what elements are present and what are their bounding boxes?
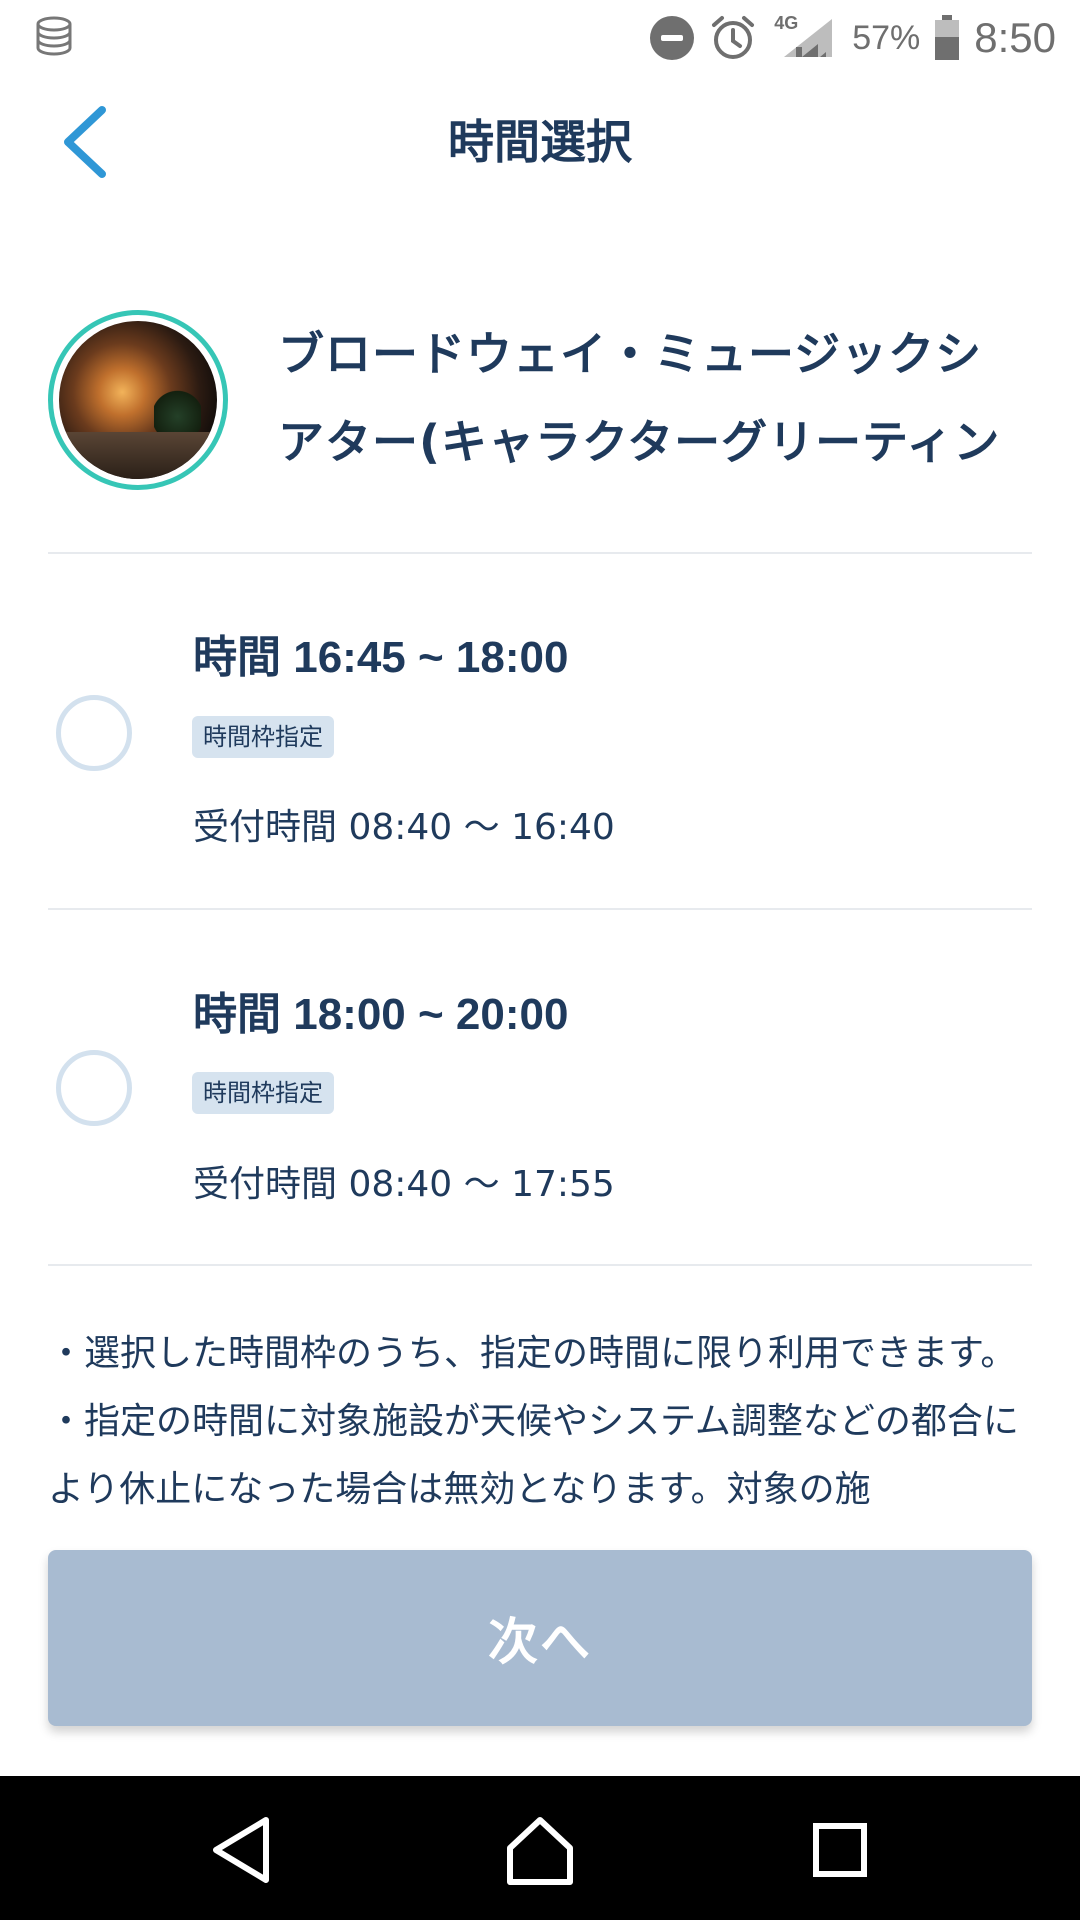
note-item: ・指定の時間に対象施設が天候やシステム調整などの都合により休止になった場合は無効… <box>48 1401 1019 1510</box>
time-slot-option[interactable]: 時間 18:00 ~ 20:00 時間枠指定 受付時間 08:40 〜 17:5… <box>48 910 1032 1265</box>
slot-time: 時間 16:45 ~ 18:00 <box>193 621 568 685</box>
battery-percent: 57% <box>852 18 921 57</box>
notes: ・選択した時間枠のうち、指定の時間に限り利用できます。 ・指定の時間に対象施設が… <box>48 1320 1032 1560</box>
slot-reception-time: 受付時間 08:40 〜 17:55 <box>193 1164 615 1205</box>
attraction-name: ブロードウェイ・ミュージックシアター(キャラクターグリーティング) <box>278 327 1001 469</box>
next-button[interactable]: 次へ <box>48 1550 1032 1726</box>
slot-time-prefix: 時間 <box>193 632 281 683</box>
radio-button[interactable] <box>56 695 132 771</box>
do-not-disturb-icon <box>650 16 695 60</box>
storage-icon <box>36 16 72 56</box>
next-button-label: 次へ <box>488 1613 592 1671</box>
status-right: 4G 57% 8:50 <box>650 8 1056 68</box>
screen: 4G 57% 8:50 時間選択 ブロードウェイ・ミュージックシアター(キャラク… <box>0 0 1080 1920</box>
attraction-header: ブロードウェイ・ミュージックシアター(キャラクターグリーティング) <box>48 310 1032 495</box>
divider <box>48 1264 1032 1266</box>
slot-time: 時間 18:00 ~ 20:00 <box>193 978 568 1042</box>
divider <box>48 552 1032 554</box>
status-bar: 4G 57% 8:50 <box>0 0 1080 76</box>
system-nav-bar <box>0 1776 1080 1920</box>
signal-icon: 4G <box>772 13 838 63</box>
home-icon[interactable] <box>500 1810 580 1890</box>
alarm-icon <box>712 16 755 59</box>
radio-button[interactable] <box>56 1050 132 1126</box>
note-item: ・選択した時間枠のうち、指定の時間に限り利用できます。 <box>48 1333 1017 1374</box>
battery-icon <box>935 15 960 60</box>
slot-time-prefix: 時間 <box>193 989 281 1040</box>
app-header: 時間選択 <box>0 76 1080 204</box>
slot-type-badge: 時間枠指定 <box>192 1072 334 1114</box>
time-slot-option[interactable]: 時間 16:45 ~ 18:00 時間枠指定 受付時間 08:40 〜 16:4… <box>48 555 1032 910</box>
back-triangle-icon[interactable] <box>202 1810 282 1890</box>
clock: 8:50 <box>974 14 1056 61</box>
page-title: 時間選択 <box>448 115 632 169</box>
attraction-name-wrap: ブロードウェイ・ミュージックシアター(キャラクターグリーティング) <box>278 310 1018 490</box>
slot-time-range: 16:45 ~ 18:00 <box>293 633 569 682</box>
recents-icon[interactable] <box>800 1810 880 1890</box>
attraction-photo <box>59 321 217 479</box>
slot-reception-time: 受付時間 08:40 〜 16:40 <box>193 807 615 848</box>
attraction-avatar <box>48 310 228 490</box>
slot-type-badge: 時間枠指定 <box>192 716 334 758</box>
photo-ground <box>59 431 217 479</box>
slot-time-range: 18:00 ~ 20:00 <box>293 990 569 1039</box>
